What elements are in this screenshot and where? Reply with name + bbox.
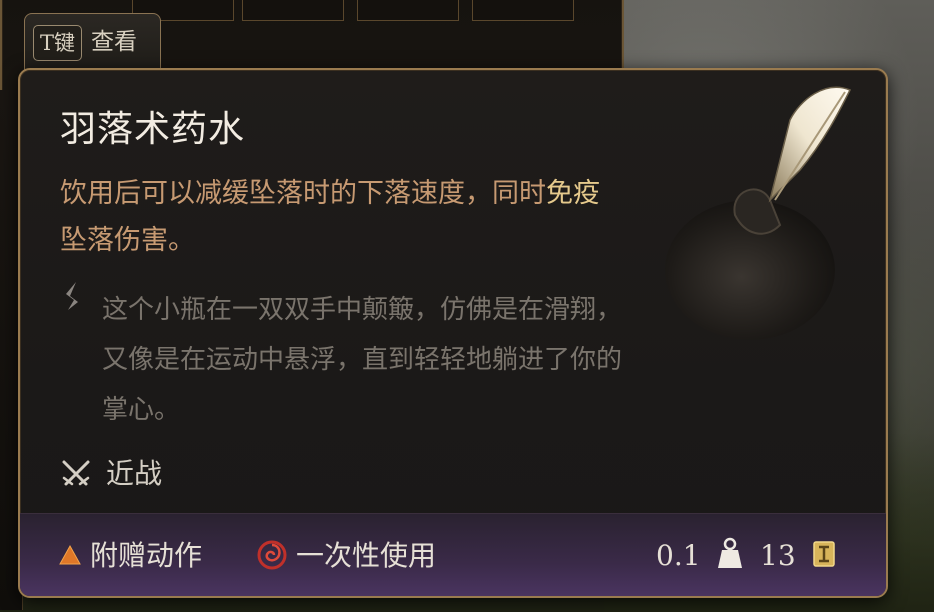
usage-label: 一次性使用 [296, 539, 437, 572]
description-text: 饮用后可以减缓坠落时的下落速度，同时 [60, 178, 546, 209]
item-description: 饮用后可以减缓坠落时的下落速度，同时免疫坠落伤害。 [60, 170, 620, 264]
hotkey-label: 查看 [91, 29, 137, 55]
weight-value: 0.1 [656, 539, 701, 572]
inventory-slot[interactable] [357, 0, 459, 21]
description-highlight[interactable]: 免疫 [546, 178, 600, 209]
crossed-swords-icon [62, 460, 90, 486]
weight-icon [718, 537, 742, 568]
attack-type-label: 近战 [106, 457, 163, 490]
quill-stroke-icon [66, 282, 78, 310]
gold-coin-icon [813, 541, 835, 567]
orange-triangle-icon [59, 544, 81, 565]
item-lore: 这个小瓶在一双双手中颠簸，仿佛是在滑翔，又像是在运动中悬浮，直到轻轻地躺进了你的… [102, 295, 623, 425]
red-spiral-icon [257, 540, 287, 570]
game-scene: T键 查看 羽落术药水 饮用后可以减缓坠落时的下落速度，同时免疫坠落伤害。 这个… [0, 0, 934, 612]
item-tooltip: 羽落术药水 饮用后可以减缓坠落时的下落速度，同时免疫坠落伤害。 这个小瓶在一双双… [18, 68, 888, 598]
hotkey-cap: T键 [33, 25, 83, 61]
price-value: 13 [760, 539, 796, 572]
inventory-slot[interactable] [472, 0, 574, 21]
tooltip-footer: 附赠动作 一次性使用 0.1 13 [20, 513, 886, 596]
description-text: 坠落伤害。 [60, 225, 195, 256]
feather-potion-icon [665, 86, 852, 340]
action-type-label: 附赠动作 [90, 539, 203, 572]
item-title: 羽落术药水 [60, 109, 246, 150]
inventory-slot[interactable] [242, 0, 344, 21]
